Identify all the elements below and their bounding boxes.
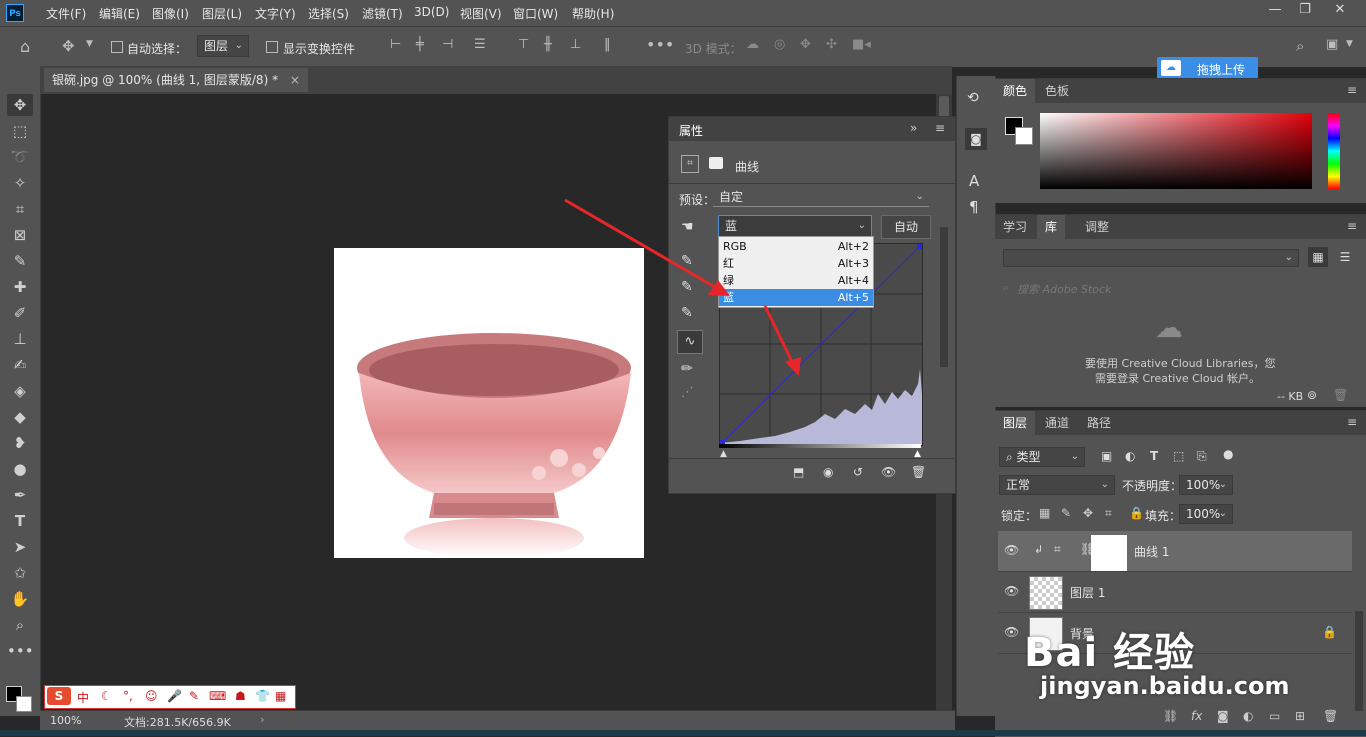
chevron-right-icon[interactable]: › xyxy=(260,713,264,726)
filter-type-icon[interactable]: T xyxy=(1150,449,1158,463)
tab-layers[interactable]: 图层 xyxy=(995,411,1036,435)
layer-thumbnail xyxy=(1029,576,1063,610)
panel-menu-icon[interactable]: ≡ xyxy=(1347,83,1357,97)
lock-all-icon[interactable]: 🔒 xyxy=(1129,506,1144,520)
clip-arrow-icon: ↲ xyxy=(1034,543,1044,556)
fill-value: 100% xyxy=(1186,507,1221,521)
search-icon: ⌕ xyxy=(1003,281,1010,294)
search-icon: ⌕ xyxy=(1006,450,1017,464)
punctuation-icon[interactable]: °, xyxy=(123,689,133,703)
windows-taskbar xyxy=(0,730,1366,736)
keyboard-icon[interactable]: ⌨ xyxy=(209,689,226,703)
filter-adjustment-icon[interactable]: ◐ xyxy=(1125,449,1135,463)
panel-menu-icon[interactable]: ≡ xyxy=(1347,415,1357,429)
opacity-label: 不透明度： xyxy=(1122,479,1183,493)
skin-icon[interactable]: 👕 xyxy=(255,689,270,703)
lock-transparent-icon[interactable]: ▦ xyxy=(1039,506,1050,520)
layer-mask-thumbnail[interactable] xyxy=(1091,535,1127,571)
tools-grid-icon[interactable]: ▦ xyxy=(275,689,286,703)
pen-icon[interactable]: ✎ xyxy=(189,689,199,703)
emoji-icon[interactable]: ☺ xyxy=(145,689,158,703)
filter-shape-icon[interactable]: ⬚ xyxy=(1173,449,1184,463)
filter-toggle-icon[interactable]: ● xyxy=(1223,447,1233,461)
panel-menu-icon[interactable]: ≡ xyxy=(1347,219,1357,233)
lock-paint-icon[interactable]: ✎ xyxy=(1061,506,1071,520)
tab-channels[interactable]: 通道 xyxy=(1037,411,1077,435)
new-layer-icon[interactable]: ⊞ xyxy=(1295,709,1305,723)
layers-scrollbar[interactable] xyxy=(1355,611,1363,711)
chevron-down-icon: ⌄ xyxy=(1218,508,1227,519)
hue-slider[interactable] xyxy=(1328,113,1340,189)
layer-filter-dropdown[interactable]: ⌕ 类型 ⌄ xyxy=(999,447,1085,467)
layer-effects-icon[interactable]: fx xyxy=(1191,709,1202,723)
layer-name[interactable]: 曲线 1 xyxy=(1134,543,1169,560)
filter-pixel-icon[interactable]: ▣ xyxy=(1101,449,1112,463)
microphone-icon[interactable]: 🎤 xyxy=(167,689,182,703)
lock-position-icon[interactable]: ✥ xyxy=(1083,506,1093,520)
opacity-input[interactable]: 100% ⌄ xyxy=(1179,475,1233,495)
panel-icon-strip: ⟲ ◙ A ¶ xyxy=(956,76,996,716)
lock-icon: 🔒 xyxy=(1322,625,1337,639)
stock-search-input[interactable]: 搜索 Adobe Stock xyxy=(1017,281,1111,297)
add-mask-icon[interactable]: ◙ xyxy=(1217,709,1229,723)
chevron-down-icon: ⌄ xyxy=(1284,252,1293,263)
document-size: 文档:281.5K/656.9K xyxy=(124,716,231,729)
library-message-line1: 要使用 Creative Cloud Libraries，您 xyxy=(1085,357,1276,370)
ime-toolbar: S 中 ☾ °, ☺ 🎤 ✎ ⌨ ☗ 👕 ▦ xyxy=(44,685,296,709)
moon-icon[interactable]: ☾ xyxy=(101,689,112,703)
user-icon[interactable]: ☗ xyxy=(235,689,246,703)
paragraph-panel-icon[interactable]: ¶ xyxy=(969,198,979,216)
layer-row-curves[interactable]: 👁 ↲ ⌗ ⛓ 曲线 1 xyxy=(998,531,1352,572)
history-panel-icon[interactable]: ⟲ xyxy=(967,90,979,106)
library-panel: 学习 库 调整 ≡ ⌄ ▦ ☰ ⌕ 搜索 Adobe Stock ☁ 要使用 C… xyxy=(995,214,1366,407)
baidu-watermark-url: jingyan.baidu.com xyxy=(1040,672,1290,700)
fill-input[interactable]: 100% ⌄ xyxy=(1179,504,1233,524)
zoom-level[interactable]: 100% xyxy=(50,714,81,727)
3d-panel-icon[interactable]: ◙ xyxy=(965,128,987,150)
tab-libraries[interactable]: 库 xyxy=(1037,215,1066,239)
color-panel: 颜色 色板 ≡ xyxy=(995,78,1366,203)
blend-mode-dropdown[interactable]: 正常 ⌄ xyxy=(999,475,1115,495)
creative-cloud-icon: ☁ xyxy=(1155,311,1183,344)
curves-layer-icon: ⌗ xyxy=(1054,542,1061,556)
visibility-eye-icon[interactable]: 👁 xyxy=(1004,625,1019,639)
tab-adjustments[interactable]: 调整 xyxy=(1077,215,1117,239)
lock-label: 锁定： xyxy=(1001,509,1038,523)
library-dropdown[interactable]: ⌄ xyxy=(1003,249,1299,267)
blend-mode-value: 正常 xyxy=(1006,478,1031,492)
visibility-eye-icon[interactable]: 👁 xyxy=(1004,584,1019,598)
cloud-sync-icon[interactable]: ⊚ xyxy=(1307,388,1317,402)
chevron-down-icon: ⌄ xyxy=(1100,479,1109,490)
layer-filter-value: 类型 xyxy=(1016,450,1041,464)
background-color-swatch[interactable] xyxy=(1015,127,1033,145)
color-field[interactable] xyxy=(1040,113,1312,189)
chevron-down-icon: ⌄ xyxy=(1218,479,1227,490)
layer-name[interactable]: 图层 1 xyxy=(1070,584,1105,601)
filter-smart-object-icon[interactable]: ⎘ xyxy=(1197,449,1207,464)
character-panel-icon[interactable]: A xyxy=(969,172,979,190)
tab-paths[interactable]: 路径 xyxy=(1079,411,1119,435)
opacity-value: 100% xyxy=(1186,478,1221,492)
grid-view-icon[interactable]: ▦ xyxy=(1308,247,1328,267)
tab-color[interactable]: 颜色 xyxy=(995,79,1036,103)
sogou-logo-icon[interactable]: S xyxy=(47,687,71,705)
link-layers-icon[interactable]: ⛓ xyxy=(1163,709,1178,723)
delete-icon[interactable]: 🗑 xyxy=(1333,388,1348,402)
layer-row-layer1[interactable]: 👁 图层 1 xyxy=(998,572,1352,613)
new-group-icon[interactable]: ▭ xyxy=(1269,709,1280,723)
tab-learn[interactable]: 学习 xyxy=(995,215,1035,239)
delete-layer-icon[interactable]: 🗑 xyxy=(1323,709,1338,723)
status-bar: 100% 文档:281.5K/656.9K › xyxy=(40,710,955,731)
library-message-line2: 需要登录 Creative Cloud 帐户。 xyxy=(1095,372,1261,385)
fill-label: 填充： xyxy=(1145,509,1182,523)
visibility-eye-icon[interactable]: 👁 xyxy=(1004,543,1019,557)
library-size-label: -- KB xyxy=(1277,390,1304,403)
new-adjustment-icon[interactable]: ◐ xyxy=(1243,709,1253,723)
ime-chinese-mode[interactable]: 中 xyxy=(77,689,89,706)
tab-swatches[interactable]: 色板 xyxy=(1037,79,1077,103)
list-view-icon[interactable]: ☰ xyxy=(1335,247,1355,267)
chevron-down-icon: ⌄ xyxy=(1070,451,1079,462)
baidu-watermark-brand: Bai 经验 xyxy=(1024,630,1196,676)
lock-artboard-icon[interactable]: ⌗ xyxy=(1105,506,1112,521)
